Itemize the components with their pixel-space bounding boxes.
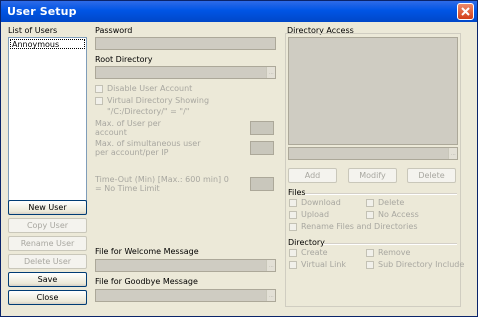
list-of-users-label: List of Users [8, 26, 58, 35]
password-label: Password [95, 26, 133, 35]
close-icon [461, 7, 470, 16]
upload-checkbox[interactable] [289, 211, 297, 219]
remove-dir-checkbox[interactable] [366, 249, 374, 257]
directory-path-combo[interactable]: ... [288, 147, 458, 160]
upload-label: Upload [301, 210, 330, 219]
new-user-button[interactable]: New User [8, 200, 87, 215]
max-simultaneous-field[interactable] [250, 141, 274, 155]
delete-files-checkbox[interactable] [366, 199, 374, 207]
close-window-button[interactable] [457, 3, 474, 20]
copy-user-button[interactable]: Copy User [8, 218, 87, 233]
close-button[interactable]: Close [8, 290, 87, 305]
create-dir-label: Create [301, 248, 328, 257]
subdir-include-checkbox[interactable] [366, 261, 374, 269]
virtual-dir-label: Virtual Directory Showing [107, 96, 210, 105]
disable-account-checkbox[interactable] [95, 85, 103, 93]
welcome-message-label: File for Welcome Message [95, 247, 199, 256]
rename-user-button[interactable]: Rename User [8, 236, 87, 251]
browse-icon[interactable]: ... [266, 290, 275, 301]
files-divider [305, 193, 457, 195]
modify-directory-button[interactable]: Modify [348, 168, 397, 183]
subdir-include-label: Sub Directory Include [378, 260, 465, 269]
password-field[interactable] [95, 37, 276, 50]
goodbye-message-label: File for Goodbye Message [95, 277, 198, 286]
download-label: Download [301, 198, 341, 207]
create-dir-checkbox[interactable] [289, 249, 297, 257]
virtual-dir-checkbox[interactable] [95, 97, 103, 105]
goodbye-message-combo[interactable]: ... [95, 289, 276, 302]
timeout-field[interactable] [250, 177, 274, 191]
root-directory-label: Root Directory [95, 55, 153, 64]
list-item[interactable]: Annoymous [10, 39, 85, 49]
disable-account-label: Disable User Account [107, 84, 193, 93]
save-button[interactable]: Save [8, 272, 87, 287]
virtual-link-label: Virtual Link [301, 260, 347, 269]
dialog-body: List of Users Annoymous New User Copy Us… [3, 22, 475, 314]
delete-directory-button[interactable]: Delete [407, 168, 456, 183]
max-simultaneous-label: Max. of simultaneous user per account/pe… [95, 139, 201, 157]
window-title: User Setup [7, 5, 77, 18]
rename-files-label: Rename Files and Directories [301, 222, 418, 231]
timeout-label: Time-Out (Min) [Max.: 600 min] 0 = No Ti… [95, 175, 229, 193]
rename-files-checkbox[interactable] [289, 223, 297, 231]
delete-files-label: Delete [378, 198, 405, 207]
delete-user-button[interactable]: Delete User [8, 254, 87, 269]
files-label: Files [288, 188, 306, 197]
remove-dir-label: Remove [378, 248, 411, 257]
max-user-label: Max. of User per account [95, 119, 161, 137]
no-access-checkbox[interactable] [366, 211, 374, 219]
max-user-field[interactable] [250, 121, 274, 135]
no-access-label: No Access [378, 210, 419, 219]
browse-icon[interactable]: ... [266, 260, 275, 271]
browse-icon[interactable]: ... [266, 67, 275, 78]
users-listbox[interactable]: Annoymous [8, 37, 87, 202]
root-directory-combo[interactable]: ... [95, 66, 276, 79]
virtual-dir-hint: "/C:/Directory/" = "/" [107, 107, 190, 116]
directory-list[interactable] [288, 37, 458, 145]
directory-divider [323, 243, 457, 245]
user-setup-window: User Setup List of Users Annoymous New U… [0, 0, 478, 317]
welcome-message-combo[interactable]: ... [95, 259, 276, 272]
directory-label: Directory [288, 238, 325, 247]
title-bar[interactable]: User Setup [1, 1, 477, 22]
add-directory-button[interactable]: Add [288, 168, 337, 183]
virtual-link-checkbox[interactable] [289, 261, 297, 269]
download-checkbox[interactable] [289, 199, 297, 207]
browse-icon[interactable]: ... [448, 148, 457, 159]
